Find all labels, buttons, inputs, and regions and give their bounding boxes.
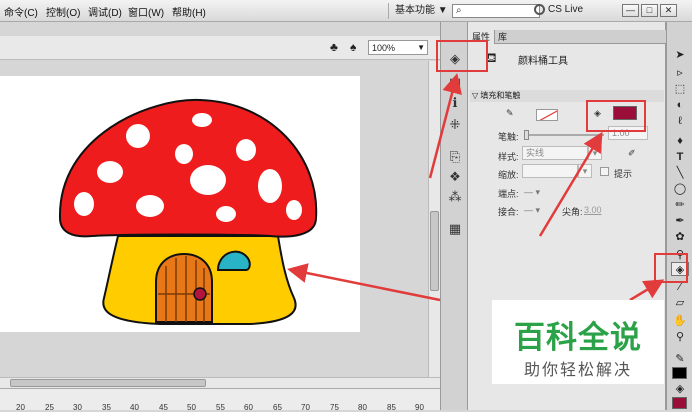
arrow-to-properties-icon: [428, 73, 462, 179]
watermark: 百科全说 助你轻松解决: [492, 300, 664, 384]
arrow-to-paint-bucket: [629, 279, 665, 302]
arrow-to-fill-color: [538, 131, 603, 237]
watermark-title: 百科全说: [514, 320, 642, 355]
watermark-subtitle: 助你轻松解决: [524, 362, 633, 379]
arrow-to-mushroom: [287, 263, 441, 302]
